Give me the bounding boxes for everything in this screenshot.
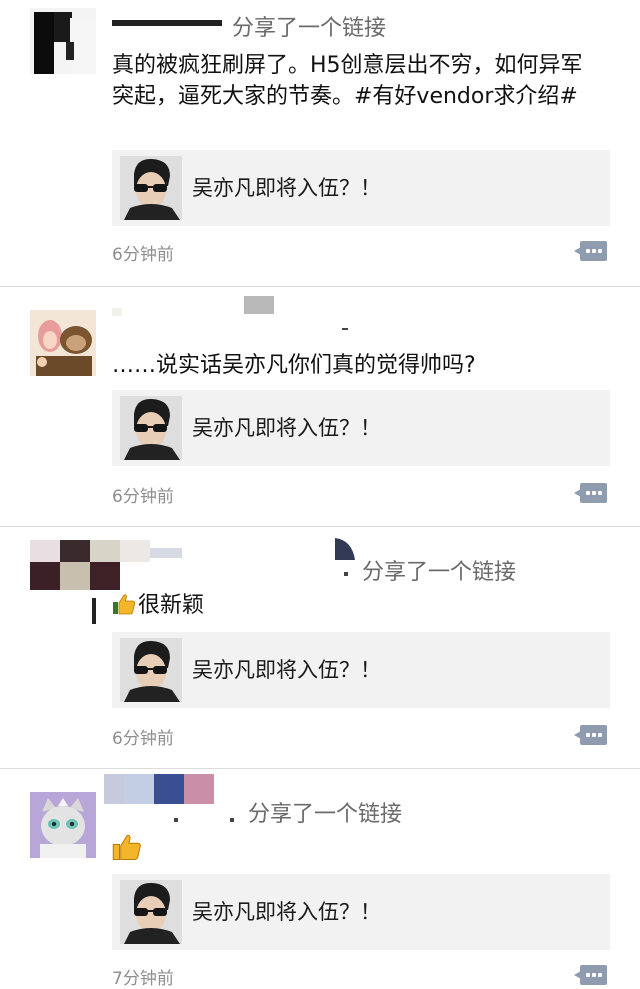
feed-post: ……说实话吴亦凡你们真的觉得帅吗? 吴亦凡即将入伍？！ 6分钟前 <box>0 286 640 526</box>
link-thumbnail <box>120 638 182 702</box>
avatar[interactable] <box>30 792 96 858</box>
share-text: 分享了一个链接 <box>248 802 403 827</box>
feed-post: 分享了一个链接 真的被疯狂刷屏了。H5创意层出不穷，如何异军突起，逼死大家的节奏… <box>0 0 640 286</box>
user-name-mosaic[interactable] <box>100 772 250 828</box>
comment-icon[interactable] <box>574 483 607 503</box>
avatar[interactable] <box>30 310 96 376</box>
link-title: 吴亦凡即将入伍？！ <box>192 658 381 682</box>
share-text: 分享了一个链接 <box>362 560 517 585</box>
share-text: 分享了一个链接 <box>232 16 387 41</box>
comment-icon[interactable] <box>574 725 607 745</box>
link-card[interactable]: 吴亦凡即将入伍？！ <box>112 390 610 466</box>
user-name-mosaic[interactable] <box>112 294 357 334</box>
avatar[interactable] <box>30 8 96 74</box>
feed-post: 分享了一个链接 吴亦凡即将入伍？！ 7分钟前 <box>0 768 640 989</box>
post-content: ……说实话吴亦凡你们真的觉得帅吗? <box>112 353 476 378</box>
thumbs-up-icon <box>112 832 142 862</box>
link-title: 吴亦凡即将入伍？！ <box>192 176 381 200</box>
link-card[interactable]: 吴亦凡即将入伍？！ <box>112 150 610 226</box>
thumbs-up-icon <box>112 592 136 616</box>
post-text: 很新颖 <box>138 593 205 618</box>
link-title: 吴亦凡即将入伍？！ <box>192 900 381 924</box>
post-content <box>112 832 602 867</box>
link-thumbnail <box>120 156 182 220</box>
post-time: 6分钟前 <box>112 245 174 265</box>
post-time: 6分钟前 <box>112 729 174 749</box>
comment-icon[interactable] <box>574 241 607 261</box>
feed-post: 分享了一个链接 很新颖 吴亦凡即将入伍？！ 6分钟前 <box>0 526 640 768</box>
link-thumbnail <box>120 396 182 460</box>
post-time: 6分钟前 <box>112 487 174 507</box>
link-thumbnail <box>120 880 182 944</box>
comment-icon[interactable] <box>574 965 607 985</box>
post-content: 很新颖 <box>112 590 602 621</box>
post-time: 7分钟前 <box>112 969 174 989</box>
link-title: 吴亦凡即将入伍？！ <box>192 416 381 440</box>
link-card[interactable]: 吴亦凡即将入伍？！ <box>112 874 610 950</box>
link-card[interactable]: 吴亦凡即将入伍？！ <box>112 632 610 708</box>
post-content: 真的被疯狂刷屏了。H5创意层出不穷，如何异军突起，逼死大家的节奏。#有好vend… <box>112 53 583 109</box>
user-name-mosaic[interactable] <box>112 14 222 34</box>
